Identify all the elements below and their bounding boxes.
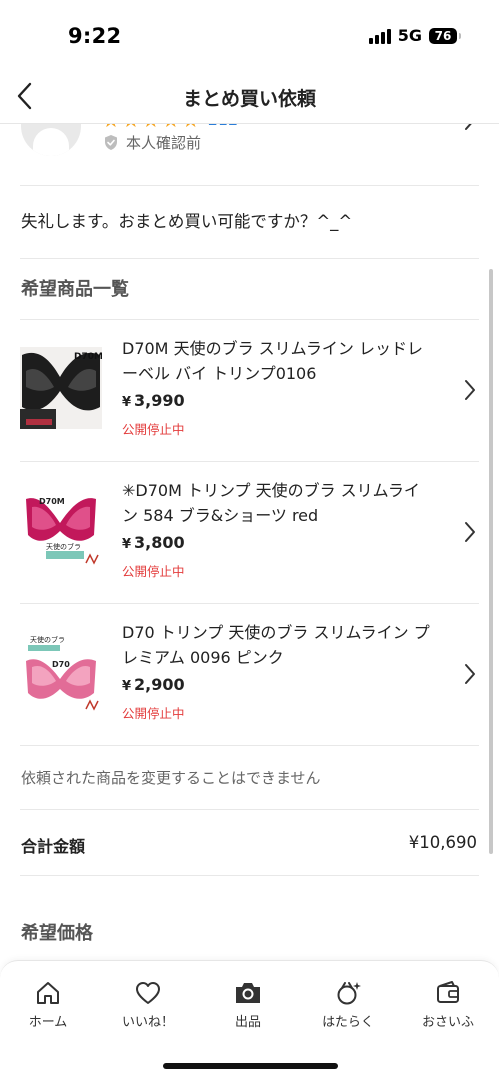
divider xyxy=(20,258,479,259)
item-name: D70M 天使のブラ スリムライン レッドレーベル バイ トリンプ0106 xyxy=(122,339,423,383)
item-name: ✳︎D70M トリンプ 天使のブラ スリムライン 584 ブラ&ショーツ red xyxy=(122,481,420,525)
tab-label: 出品 xyxy=(234,1015,261,1030)
camera-icon xyxy=(236,983,260,1003)
tab-home[interactable]: ホーム xyxy=(3,979,93,1030)
thumb-label: D70M xyxy=(74,352,102,362)
status-badge: 公開停止中 xyxy=(122,422,185,437)
change-notice: 依頼された商品を変更することはできません xyxy=(21,769,321,787)
tab-likes[interactable]: いいね！ xyxy=(103,979,193,1030)
divider xyxy=(20,809,479,810)
chevron-right-icon xyxy=(465,124,472,130)
tab-label: ホーム xyxy=(28,1015,68,1030)
avatar xyxy=(21,124,81,156)
product-thumbnail: D70M xyxy=(20,347,102,429)
tab-work[interactable]: はたらく xyxy=(303,979,393,1030)
tab-label: おさいふ xyxy=(421,1015,474,1030)
request-message: 失礼します。おまとめ買い可能ですか？^_^ xyxy=(21,212,353,231)
network-type: 5G xyxy=(397,26,422,45)
work-icon xyxy=(337,982,361,1005)
scrollbar[interactable] xyxy=(489,269,493,854)
seller-profile-row[interactable]: ★ ★ ★ ★ ★ 212 本人確認前 xyxy=(0,124,499,186)
star-icon: ★ xyxy=(122,124,140,130)
tab-wallet[interactable]: おさいふ xyxy=(403,979,493,1030)
wishlist-title: 希望商品一覧 xyxy=(21,279,129,300)
item-name: D70 トリンプ 天使のブラ スリムライン プレミアム 0096 ピンク xyxy=(122,623,430,667)
status-time: 9:22 xyxy=(68,24,122,48)
tab-label: はたらく xyxy=(322,1015,374,1030)
nav-header: まとめ買い依頼 xyxy=(0,70,499,124)
main-content[interactable]: ★ ★ ★ ★ ★ 212 本人確認前 失礼します。おまとめ買い可能ですか？^_… xyxy=(0,124,499,960)
item-price: ¥3,800 xyxy=(122,533,185,552)
heart-icon xyxy=(136,982,160,1004)
wallet-icon xyxy=(437,981,459,1003)
page-title: まとめ買い依頼 xyxy=(182,88,316,110)
battery-icon: 76 xyxy=(429,27,461,44)
product-thumbnail: 天使のブラ D70 xyxy=(20,631,102,713)
home-icon xyxy=(37,982,59,1004)
thumb-caption: 天使のブラ xyxy=(46,542,81,551)
divider xyxy=(20,185,479,186)
item-price: ¥3,990 xyxy=(122,391,185,410)
thumb-label: D70 xyxy=(52,660,70,669)
thumb-label: D70M xyxy=(39,497,65,506)
rating-stars: ★ ★ ★ ★ ★ 212 xyxy=(102,124,239,130)
home-indicator xyxy=(163,1063,338,1069)
list-item[interactable]: D70M 天使のブラ ✳︎D70M トリンプ 天使のブラ スリムライン 584 … xyxy=(0,461,499,603)
total-value: ¥10,690 xyxy=(408,833,477,852)
shield-check-icon xyxy=(105,135,117,150)
thumb-caption: 天使のブラ xyxy=(30,635,65,644)
verification-status: 本人確認前 xyxy=(103,132,201,153)
status-badge: 公開停止中 xyxy=(122,706,185,721)
verification-label: 本人確認前 xyxy=(126,134,202,152)
signal-icon xyxy=(368,28,391,44)
star-icon: ★ xyxy=(182,124,200,130)
list-item[interactable]: 天使のブラ D70 D70 トリンプ 天使のブラ スリムライン プレミアム 00… xyxy=(0,603,499,745)
tab-sell[interactable]: 出品 xyxy=(203,979,293,1030)
rating-count[interactable]: 212 xyxy=(208,124,239,128)
status-badge: 公開停止中 xyxy=(122,564,185,579)
battery-level: 76 xyxy=(434,28,452,43)
list-item[interactable]: D70M D70M 天使のブラ スリムライン レッドレーベル バイ トリンプ01… xyxy=(0,319,499,461)
product-thumbnail: D70M 天使のブラ xyxy=(20,489,102,571)
item-price: ¥2,900 xyxy=(122,675,185,694)
chevron-right-icon xyxy=(465,380,475,400)
total-label: 合計金額 xyxy=(21,837,86,856)
divider xyxy=(20,875,479,876)
star-icon: ★ xyxy=(142,124,160,130)
chevron-right-icon xyxy=(465,664,475,684)
bottom-tab-bar: ホーム いいね！ 出品 はたらく おさいふ xyxy=(0,960,499,1080)
desired-price-title: 希望価格 xyxy=(21,923,93,944)
divider xyxy=(20,745,479,746)
star-icon: ★ xyxy=(162,124,180,130)
tab-label: いいね！ xyxy=(121,1015,174,1030)
star-icon: ★ xyxy=(102,124,120,130)
status-bar: 9:22 5G 76 xyxy=(0,0,499,70)
status-indicators: 5G 76 xyxy=(368,26,461,45)
chevron-right-icon xyxy=(465,522,475,542)
